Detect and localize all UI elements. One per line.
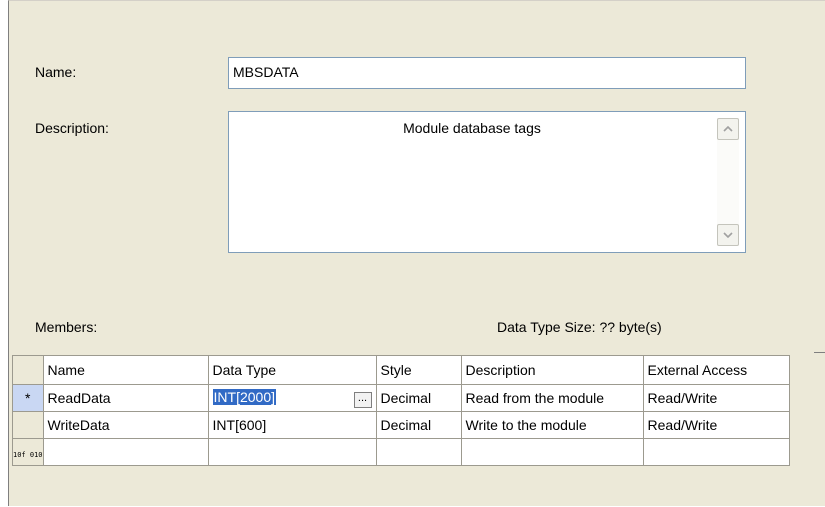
cell-external-access[interactable] bbox=[642, 438, 790, 466]
members-grid-area: Name Data Type Style Description Externa… bbox=[9, 352, 825, 507]
cell-external-access[interactable]: Read/Write bbox=[642, 411, 790, 439]
ellipsis-icon[interactable]: ... bbox=[353, 391, 372, 408]
row-header-corner bbox=[12, 355, 44, 385]
cell-description[interactable]: Read from the module bbox=[460, 384, 644, 412]
cell-name[interactable]: ReadData bbox=[42, 384, 209, 412]
data-type-size: Data Type Size: ?? byte(s) bbox=[497, 319, 662, 335]
cell-data-type[interactable] bbox=[207, 438, 377, 466]
name-label: Name: bbox=[35, 64, 77, 80]
scroll-up-button[interactable] bbox=[717, 118, 739, 140]
description-label: Description: bbox=[35, 120, 109, 136]
row-header[interactable] bbox=[12, 411, 44, 439]
new-row-header[interactable]: 10f 010 bbox=[12, 438, 44, 466]
row-header-current[interactable]: * bbox=[12, 384, 44, 412]
description-field[interactable]: Module database tags bbox=[228, 111, 746, 253]
description-scrollbar[interactable] bbox=[717, 118, 739, 246]
column-header-data-type[interactable]: Data Type bbox=[207, 355, 377, 385]
row-marker: * bbox=[25, 390, 31, 406]
column-header-description[interactable]: Description bbox=[460, 355, 644, 385]
name-field[interactable]: MBSDATA bbox=[228, 57, 746, 89]
cell-style[interactable] bbox=[375, 438, 462, 466]
cell-style[interactable]: Decimal bbox=[375, 384, 462, 412]
chevron-up-icon bbox=[723, 126, 733, 132]
description-text: Module database tags bbox=[403, 120, 541, 136]
column-header-name[interactable]: Name bbox=[42, 355, 209, 385]
grid-header-row: Name Data Type Style Description Externa… bbox=[12, 355, 790, 385]
data-type-selected-text[interactable]: INT[2000] bbox=[212, 388, 276, 405]
table-row[interactable]: * ReadData INT[2000] ... Decimal Read fr… bbox=[12, 384, 790, 412]
cell-description[interactable] bbox=[460, 438, 644, 466]
table-row[interactable]: WriteData INT[600] Decimal Write to the … bbox=[12, 411, 790, 439]
cell-style[interactable]: Decimal bbox=[375, 411, 462, 439]
scroll-down-button[interactable] bbox=[717, 224, 739, 246]
cell-name[interactable] bbox=[42, 438, 209, 466]
column-header-external-access[interactable]: External Access bbox=[642, 355, 790, 385]
cell-external-access[interactable]: Read/Write bbox=[642, 384, 790, 412]
members-grid: Name Data Type Style Description Externa… bbox=[12, 355, 790, 466]
cell-description[interactable]: Write to the module bbox=[460, 411, 644, 439]
column-header-style[interactable]: Style bbox=[375, 355, 462, 385]
chevron-down-icon bbox=[723, 232, 733, 238]
new-row-icon: 10f 010 bbox=[13, 451, 43, 459]
grid-divider bbox=[814, 352, 825, 353]
cell-data-type[interactable]: INT[600] bbox=[207, 411, 377, 439]
cell-data-type[interactable]: INT[2000] ... bbox=[207, 384, 377, 412]
data-type-dialog: Name: MBSDATA Description: Module databa… bbox=[8, 0, 825, 506]
members-label: Members: bbox=[35, 319, 98, 335]
new-row[interactable]: 10f 010 bbox=[12, 438, 790, 466]
cell-name[interactable]: WriteData bbox=[42, 411, 209, 439]
